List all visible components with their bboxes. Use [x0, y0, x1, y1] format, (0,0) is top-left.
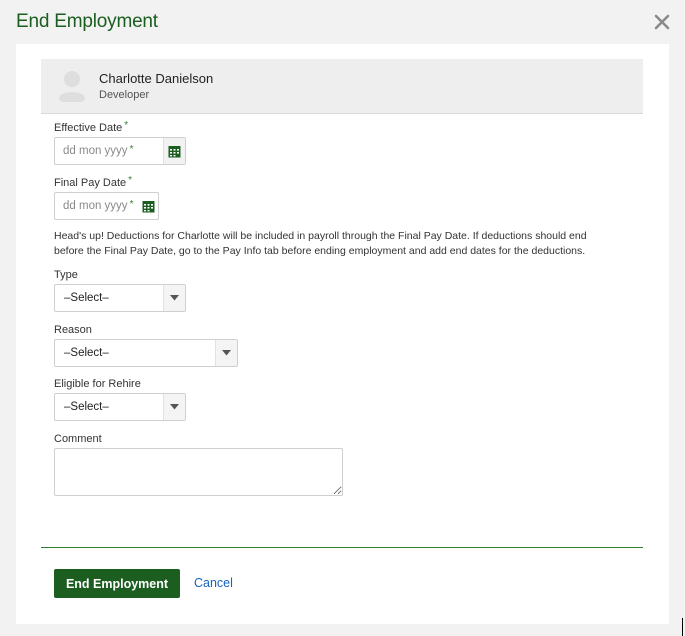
- final-pay-date-placeholder: dd mon yyyy *: [63, 199, 134, 212]
- modal-title: End Employment: [16, 11, 158, 32]
- modal-body: Charlotte Danielson Developer Effective …: [16, 44, 669, 624]
- employee-card: Charlotte Danielson Developer: [41, 59, 643, 114]
- eligible-for-rehire-label: Eligible for Rehire: [54, 378, 141, 390]
- employee-role: Developer: [99, 89, 150, 101]
- effective-date-input[interactable]: dd mon yyyy *: [54, 137, 186, 165]
- cancel-link[interactable]: Cancel: [194, 576, 233, 590]
- notice-line-2: before the Final Pay Date, go to the Pay…: [54, 245, 586, 257]
- eligible-for-rehire-select[interactable]: –Select–: [54, 393, 186, 421]
- avatar-icon: [56, 70, 88, 104]
- end-employment-button[interactable]: End Employment: [54, 569, 180, 598]
- eligible-for-rehire-value: –Select–: [64, 401, 109, 413]
- required-mark: *: [124, 120, 129, 131]
- notice-line-1: Head's up! Deductions for Charlotte will…: [54, 230, 587, 242]
- end-employment-modal: End Employment Charlotte Danielson Devel…: [0, 0, 685, 636]
- text-cursor: [682, 618, 683, 636]
- chevron-down-icon: [215, 340, 237, 366]
- reason-select-value: –Select–: [64, 347, 109, 359]
- effective-date-label: Effective Date *: [54, 120, 129, 134]
- employee-name: Charlotte Danielson: [99, 71, 214, 86]
- final-pay-date-label-text: Final Pay Date: [54, 177, 127, 189]
- type-label: Type: [54, 269, 78, 281]
- final-pay-date-input[interactable]: dd mon yyyy *: [54, 192, 159, 220]
- required-mark: *: [128, 175, 133, 186]
- required-mark: *: [129, 144, 134, 155]
- type-select-value: –Select–: [64, 292, 109, 304]
- effective-date-placeholder: dd mon yyyy *: [63, 144, 134, 157]
- deductions-notice: Head's up! Deductions for Charlotte will…: [54, 229, 614, 259]
- modal-header: End Employment: [0, 0, 685, 44]
- calendar-icon[interactable]: [138, 193, 158, 219]
- chevron-down-icon: [163, 394, 185, 420]
- final-pay-date-label: Final Pay Date *: [54, 175, 133, 189]
- placeholder-text: dd mon yyyy: [63, 200, 128, 212]
- type-select[interactable]: –Select–: [54, 284, 186, 312]
- close-icon[interactable]: [652, 12, 672, 32]
- reason-select[interactable]: –Select–: [54, 339, 238, 367]
- reason-label: Reason: [54, 324, 92, 336]
- comment-textarea[interactable]: [54, 448, 343, 496]
- effective-date-label-text: Effective Date: [54, 122, 123, 134]
- comment-label: Comment: [54, 433, 102, 445]
- chevron-down-icon: [163, 285, 185, 311]
- placeholder-text: dd mon yyyy: [63, 145, 128, 157]
- required-mark: *: [129, 199, 134, 210]
- calendar-icon[interactable]: [163, 138, 185, 164]
- footer-divider: [41, 547, 643, 548]
